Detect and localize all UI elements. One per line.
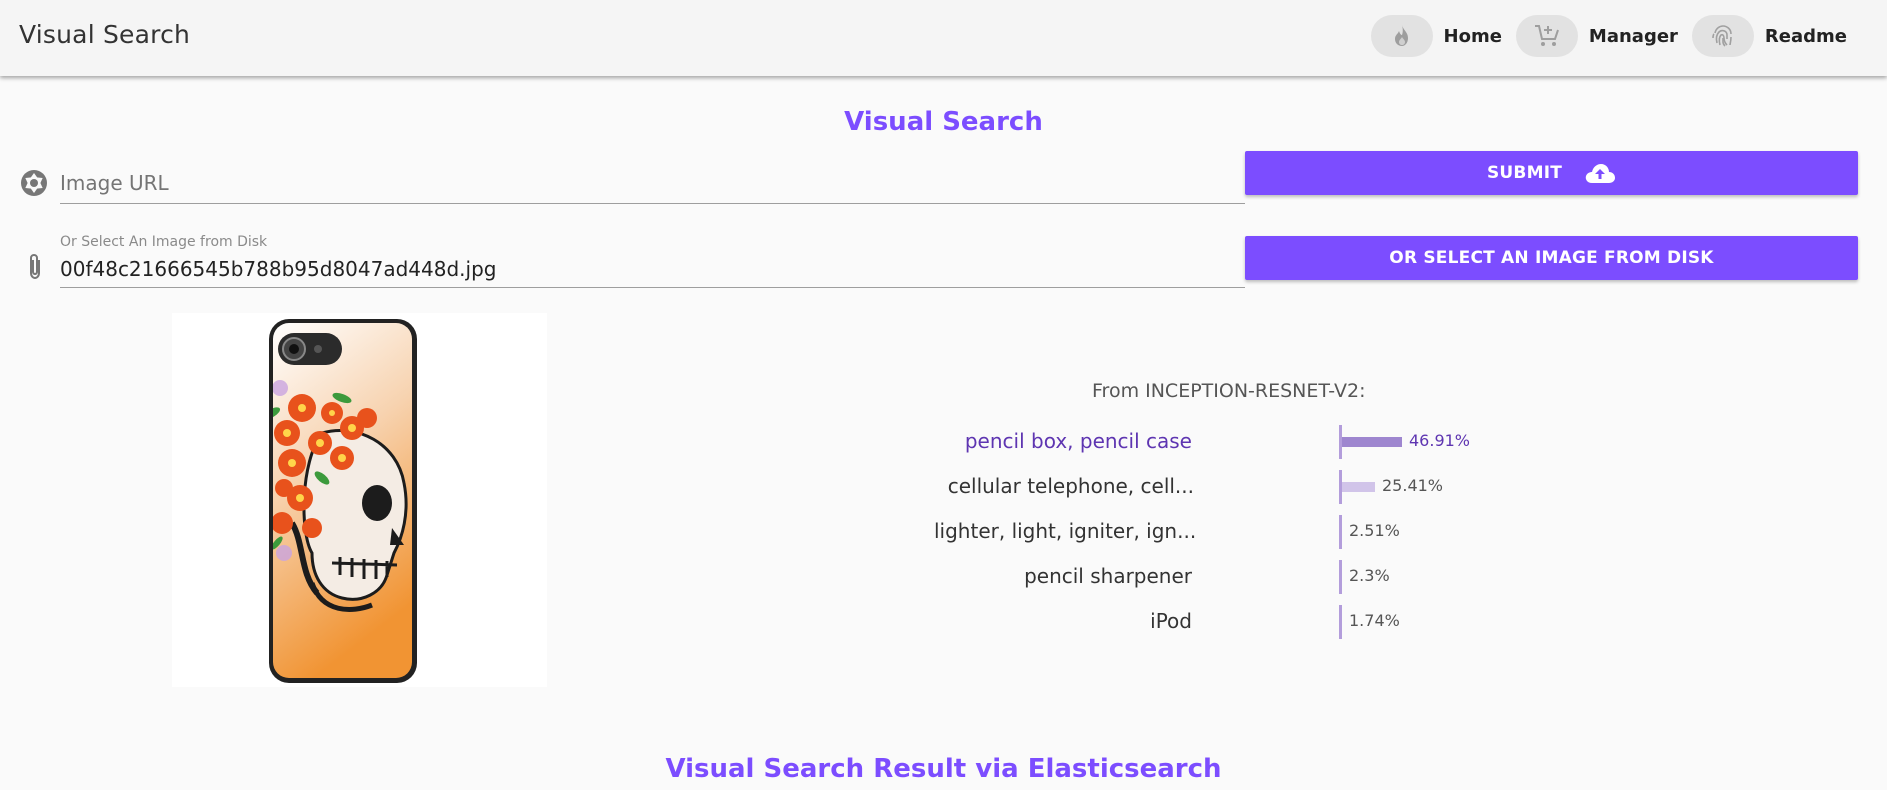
nav-item-home[interactable]: Home (1370, 15, 1502, 57)
select-from-disk-label: OR SELECT AN IMAGE FROM DISK (1389, 248, 1714, 268)
predictions-title: From INCEPTION-RESNET-V2: (1092, 380, 1366, 402)
prediction-row: lighter, light, igniter, ign... 2.51% (934, 515, 1490, 549)
paperclip-icon (20, 252, 50, 282)
prediction-label: pencil box, pencil case (964, 429, 1192, 453)
prediction-row: iPod 1.74% (1050, 605, 1490, 639)
prediction-label: iPod (1150, 609, 1192, 633)
prediction-percent: 2.3% (1349, 566, 1390, 585)
prediction-percent: 2.51% (1349, 521, 1400, 540)
nav-bar: Home Manager Readme (1357, 15, 1847, 57)
camera-aperture-icon (19, 168, 49, 198)
prediction-percent: 1.74% (1349, 611, 1400, 630)
prediction-axis (1339, 560, 1342, 594)
image-url-input[interactable] (60, 164, 1245, 202)
select-from-disk-button[interactable]: OR SELECT AN IMAGE FROM DISK (1245, 236, 1858, 280)
fire-icon[interactable] (1370, 15, 1433, 57)
fingerprint-icon[interactable] (1691, 15, 1754, 57)
file-name-input[interactable] (60, 252, 1245, 286)
prediction-row: cellular telephone, cell... 25.41% (948, 470, 1490, 504)
nav-label-readme: Readme (1764, 25, 1847, 47)
prediction-row: pencil box, pencil case 46.91% (965, 425, 1490, 459)
cloud-upload-icon (1584, 162, 1616, 184)
prediction-percent: 25.41% (1382, 476, 1444, 495)
page-heading: Visual Search (844, 107, 1043, 137)
prediction-row: pencil sharpener 2.3% (1024, 560, 1490, 594)
nav-item-readme[interactable]: Readme (1691, 15, 1847, 57)
results-heading: Visual Search Result via Elasticsearch (665, 754, 1222, 784)
submit-label: SUBMIT (1486, 163, 1563, 183)
prediction-axis (1339, 515, 1342, 549)
app-bar: Visual Search Home Manager Readme (0, 0, 1887, 76)
submit-button[interactable]: SUBMIT (1245, 151, 1858, 195)
prediction-label: pencil sharpener (1024, 564, 1192, 588)
app-title: Visual Search (19, 20, 191, 49)
cart-add-icon[interactable] (1515, 15, 1578, 57)
prediction-axis (1339, 605, 1342, 639)
prediction-bar (1342, 482, 1375, 492)
nav-label-home: Home (1443, 25, 1502, 47)
file-name-field[interactable] (60, 252, 1245, 288)
prediction-label: cellular telephone, cell... (947, 474, 1194, 498)
prediction-label: lighter, light, igniter, ign... (934, 519, 1197, 543)
image-url-field[interactable] (60, 164, 1245, 204)
prediction-percent: 46.91% (1409, 431, 1471, 450)
preview-image (172, 313, 547, 687)
nav-item-manager[interactable]: Manager (1515, 15, 1678, 57)
file-field-label: Or Select An Image from Disk (60, 234, 268, 250)
prediction-bar (1342, 437, 1402, 447)
nav-label-manager: Manager (1588, 25, 1678, 47)
